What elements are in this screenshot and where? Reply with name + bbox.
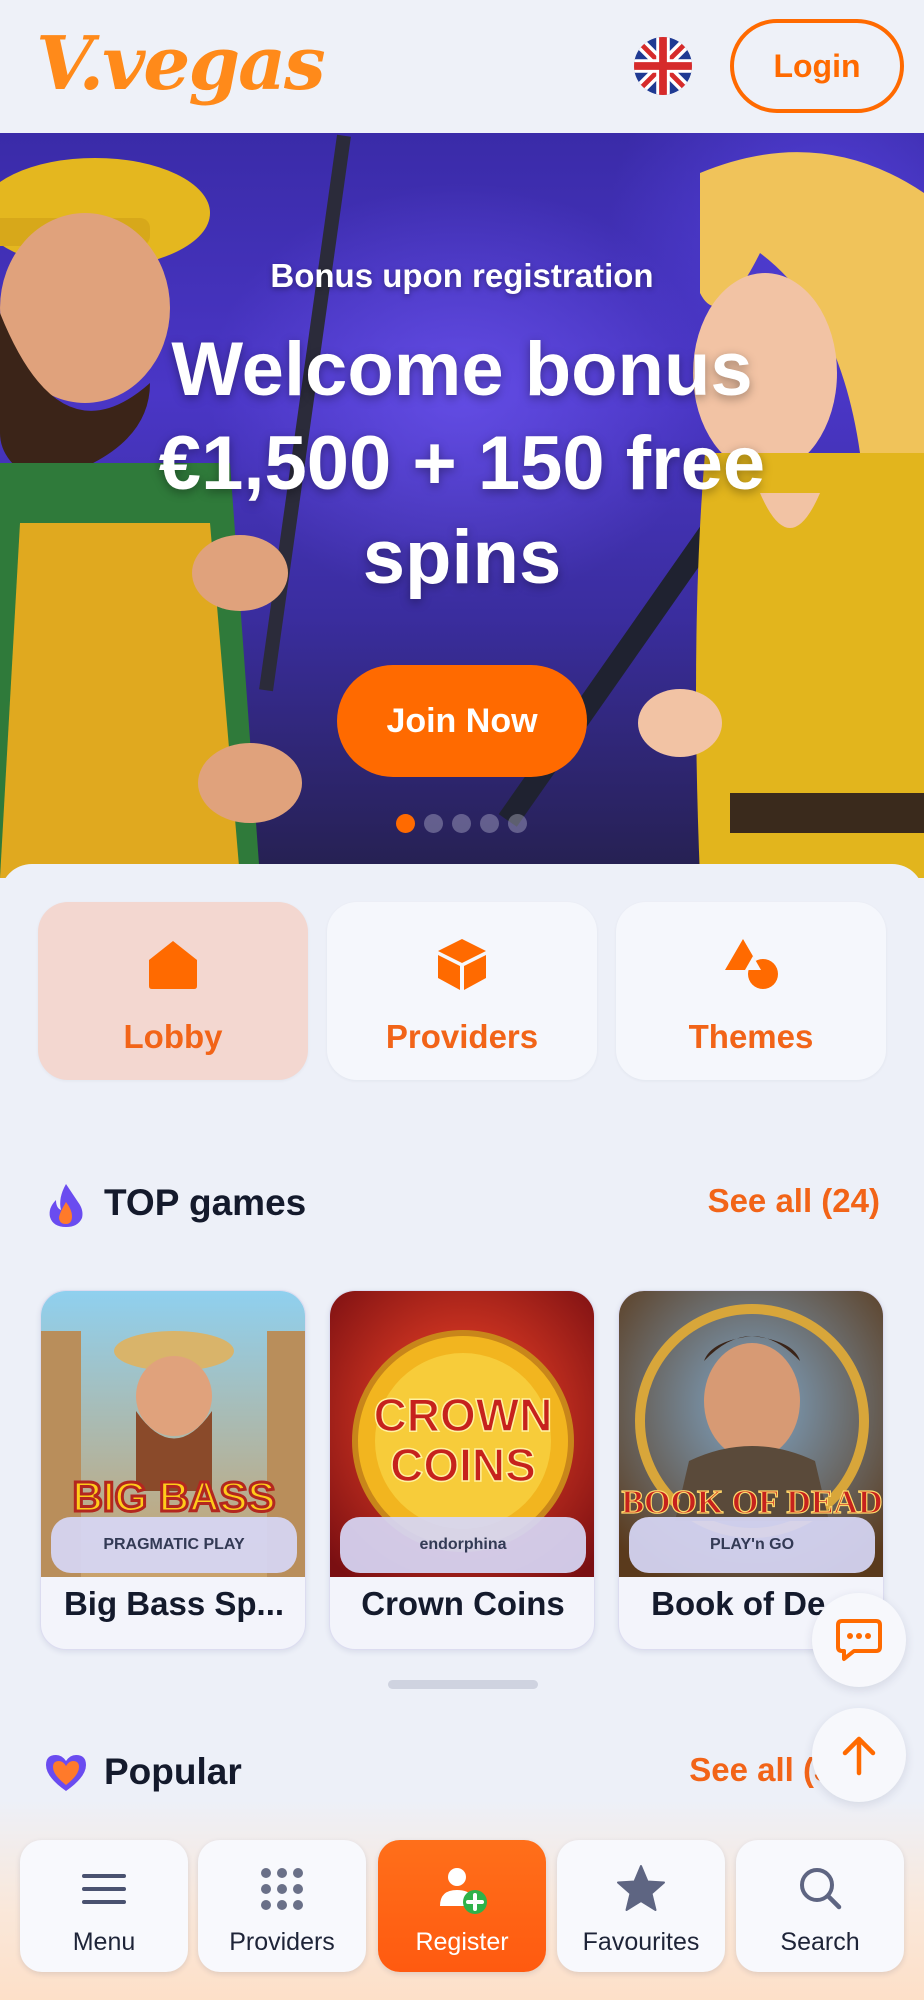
nav-search[interactable]: Search (736, 1840, 904, 1972)
game-card[interactable]: BIG BASS PRAGMATIC PLAY Big Bass Sp... (40, 1290, 306, 1650)
chat-button[interactable] (812, 1593, 906, 1687)
carousel-dot-1[interactable] (396, 814, 415, 833)
carousel-dot-5[interactable] (508, 814, 527, 833)
game-title-art: BOOK OF DEAD (621, 1484, 882, 1521)
carousel-scrollbar[interactable] (388, 1680, 538, 1689)
star-icon (617, 1865, 665, 1911)
game-title-art: BIG BASS (72, 1473, 275, 1520)
nav-favourites[interactable]: Favourites (557, 1840, 725, 1972)
hero-banner[interactable]: Bonus upon registration Welcome bonus €1… (0, 133, 924, 878)
fire-icon (49, 1184, 83, 1227)
chat-icon (836, 1619, 882, 1661)
search-icon (800, 1868, 842, 1910)
svg-text:CROWN: CROWN (374, 1389, 553, 1441)
section-title: Popular (104, 1751, 242, 1792)
provider-badge: PLAY'n GO (629, 1517, 875, 1573)
see-all-top-games-link[interactable]: See all (24) (708, 1182, 880, 1220)
grid-icon (261, 1868, 303, 1910)
provider-badge: endorphina (340, 1517, 586, 1573)
nav-label: Register (415, 1928, 509, 1956)
shapes-icon (725, 939, 778, 989)
category-label: Themes (688, 1018, 814, 1055)
category-themes[interactable]: Themes (616, 902, 886, 1080)
nav-menu[interactable]: Menu (20, 1840, 188, 1972)
join-now-button[interactable]: Join Now (337, 665, 587, 777)
header: V.vegas Login (0, 0, 924, 133)
section-title: TOP games (104, 1182, 307, 1223)
nav-label: Favourites (582, 1928, 700, 1956)
carousel-dot-4[interactable] (480, 814, 499, 833)
carousel-dot-2[interactable] (424, 814, 443, 833)
category-label: Lobby (123, 1018, 223, 1055)
top-games-header: TOP games See all (24) (44, 1180, 880, 1230)
category-label: Providers (385, 1018, 539, 1055)
heart-icon (46, 1755, 86, 1791)
svg-text:COINS: COINS (390, 1439, 536, 1491)
game-card[interactable]: CROWN COINS endorphina Crown Coins (329, 1290, 595, 1650)
category-lobby[interactable]: Lobby (38, 902, 308, 1080)
hero-title: Welcome bonus €1,500 + 150 free spins (158, 327, 766, 600)
popular-header: Popular See all (310) (44, 1749, 880, 1799)
login-button[interactable]: Login (730, 19, 904, 113)
arrow-up-icon (842, 1736, 876, 1776)
scroll-to-top-button[interactable] (812, 1708, 906, 1802)
provider-badge: PRAGMATIC PLAY (51, 1517, 297, 1573)
hero-subtitle: Bonus upon registration (270, 257, 654, 294)
carousel-dot-3[interactable] (452, 814, 471, 833)
nav-label: Search (780, 1928, 860, 1956)
uk-flag-icon[interactable] (634, 37, 692, 95)
cube-icon (438, 939, 486, 990)
nav-label: Menu (72, 1928, 136, 1956)
home-icon (149, 941, 197, 989)
carousel-dots (396, 814, 527, 834)
nav-label: Providers (229, 1928, 335, 1956)
nav-register[interactable]: Register (378, 1840, 546, 1972)
game-title: Big Bass Sp... (63, 1585, 285, 1622)
category-providers[interactable]: Providers (327, 902, 597, 1080)
hamburger-icon (82, 1874, 126, 1904)
nav-providers[interactable]: Providers (198, 1840, 366, 1972)
brand-logo[interactable]: V.vegas (36, 14, 326, 114)
game-title: Crown Coins (361, 1585, 565, 1622)
add-user-icon (440, 1868, 487, 1914)
